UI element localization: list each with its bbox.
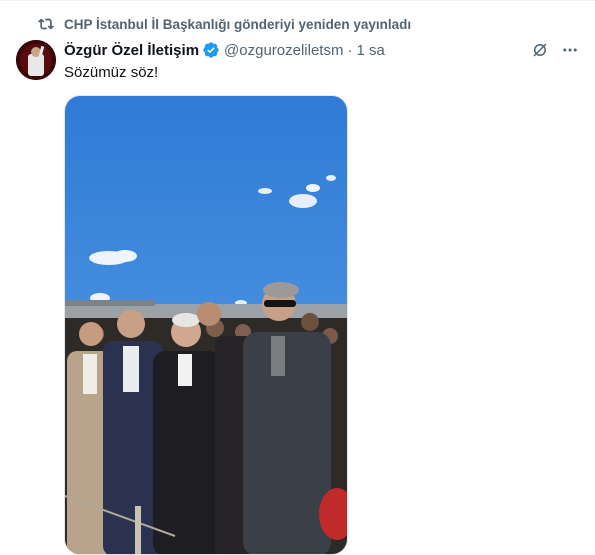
- retweet-context[interactable]: CHP İstanbul İl Başkanlığı gönderiyi yen…: [38, 16, 411, 32]
- avatar[interactable]: [16, 40, 56, 80]
- more-icon[interactable]: [561, 41, 579, 59]
- tweet-card[interactable]: CHP İstanbul İl Başkanlığı gönderiyi yen…: [0, 0, 595, 555]
- retweet-icon: [38, 18, 54, 30]
- tweet-text: Sözümüz söz!: [64, 64, 159, 81]
- video-media[interactable]: [64, 95, 348, 555]
- handle[interactable]: @ozgurozeliletsm: [224, 42, 343, 59]
- display-name[interactable]: Özgür Özel İletişim: [64, 42, 199, 59]
- separator: ·: [347, 41, 353, 59]
- tweet-header: Özgür Özel İletişim @ozgurozeliletsm · 1…: [64, 39, 579, 61]
- verified-badge-icon[interactable]: [202, 41, 220, 59]
- video-frame: [65, 96, 347, 554]
- retweet-text[interactable]: CHP İstanbul İl Başkanlığı gönderiyi yen…: [64, 17, 411, 32]
- grok-icon[interactable]: [531, 41, 549, 59]
- timestamp[interactable]: 1 sa: [356, 42, 384, 59]
